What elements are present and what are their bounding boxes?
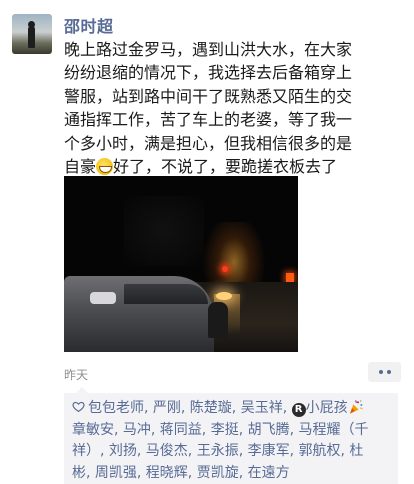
likes-line[interactable]: 祥）, 刘扬, 马俊杰, 王永振, 李康军, 郭航权, 杜: [72, 441, 394, 463]
dot-icon: [378, 370, 383, 374]
heart-icon: [72, 401, 85, 413]
post-text-line: 个多小时，满是担心，但我相信很多的是: [64, 133, 353, 153]
post-text-line: 警服，站到路中间干了既熟悉又陌生的交: [64, 86, 353, 106]
avatar-figure-body: [28, 26, 35, 48]
photo-person-silhouette: [208, 302, 228, 338]
post-text: 晚上路过金罗马，遇到山洪大水，在大家 纷纷退缩的情况下，我选择去后备箱穿上 警服…: [64, 38, 398, 178]
photo-street-lamp: [216, 292, 232, 300]
likes-line: 包包老师, 严刚, 陈楚璇, 吴玉祥, R 小屁孩: [72, 398, 394, 420]
grin-emoji-icon: [96, 158, 114, 176]
party-popper-icon: [349, 400, 363, 414]
post-text-segment: 好了，不说了，要跪搓衣板去了: [113, 157, 338, 177]
photo-car-mirror: [90, 292, 116, 304]
likes-line[interactable]: 章敏安, 马冲, 蒋同益, 李挺, 胡飞腾, 马程耀（千: [72, 420, 394, 442]
post-text-line: 纷纷退缩的情况下，我选择去后备箱穿上: [64, 63, 353, 83]
photo-traffic-light: [222, 266, 228, 272]
post-text-line: 晚上路过金罗马，遇到山洪大水，在大家: [64, 40, 353, 59]
post-text-line: 自豪 好了，不说了，要跪搓衣板去了: [64, 155, 398, 178]
more-actions-button[interactable]: [368, 362, 401, 382]
likes-names[interactable]: 包包老师, 严刚, 陈楚璇, 吴玉祥,: [88, 400, 292, 416]
post-text-segment: 自豪: [64, 157, 97, 177]
likes-panel: 包包老师, 严刚, 陈楚璇, 吴玉祥, R 小屁孩 章敏安, 马冲, 蒋同益, 李…: [64, 387, 398, 484]
author-name[interactable]: 邵时超: [64, 13, 114, 37]
photo-tree-silhouette: [124, 196, 204, 266]
registered-symbol-icon: R: [291, 403, 306, 417]
post-text-line: 通指挥工作，苦了车上的老婆，等了我一: [64, 110, 353, 130]
dot-icon: [386, 370, 391, 374]
post-time: 昨天: [64, 368, 89, 382]
likes-line[interactable]: 彬, 周凯强, 程晓辉, 贾凯旋, 在遠方: [72, 463, 394, 484]
likes-name[interactable]: 小屁孩: [306, 400, 348, 416]
photo-car-windshield: [124, 284, 208, 304]
avatar[interactable]: [12, 14, 52, 54]
post-photo[interactable]: [64, 176, 298, 352]
